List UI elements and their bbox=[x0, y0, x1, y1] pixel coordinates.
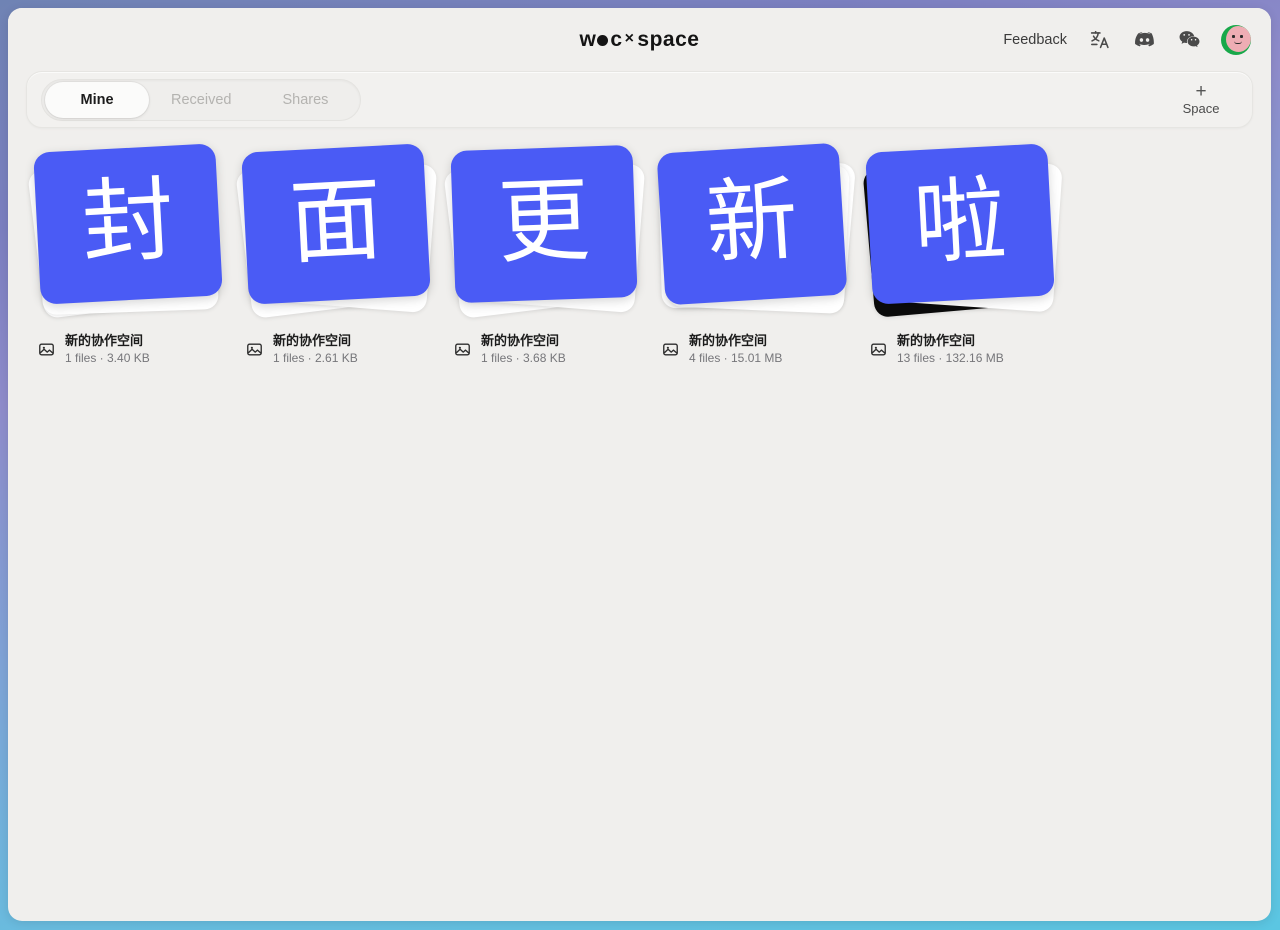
cover-glyph: 新 bbox=[702, 165, 802, 278]
add-space-label: Space bbox=[1182, 100, 1220, 116]
space-meta-text: 新的协作空间 1 files · 3.40 KB bbox=[65, 332, 150, 366]
space-subtitle: 4 files · 15.01 MB bbox=[689, 351, 783, 365]
app-window: w c × space Feedback Mine Received Share… bbox=[8, 8, 1271, 921]
logo-text-c: c bbox=[610, 27, 623, 51]
space-meta: 新的协作空间 13 files · 132.16 MB bbox=[858, 332, 1066, 366]
space-card[interactable]: 面 新的协作空间 1 files · 2.61 KB bbox=[234, 142, 442, 366]
space-subtitle: 1 files · 2.61 KB bbox=[273, 351, 358, 365]
space-meta: 新的协作空间 1 files · 3.40 KB bbox=[26, 332, 234, 366]
plus-icon: + bbox=[1195, 80, 1207, 102]
workspace-toolbar: Mine Received Shares + Space bbox=[26, 71, 1253, 128]
image-icon bbox=[454, 341, 471, 358]
image-icon bbox=[870, 341, 887, 358]
logo-text-space: space bbox=[637, 27, 700, 51]
avatar[interactable] bbox=[1221, 24, 1251, 55]
card-stack: 面 bbox=[234, 142, 442, 328]
cover-glyph: 啦 bbox=[911, 165, 1009, 278]
space-meta-text: 新的协作空间 1 files · 2.61 KB bbox=[273, 332, 358, 366]
space-meta-text: 新的协作空间 13 files · 132.16 MB bbox=[897, 332, 1004, 366]
space-meta-text: 新的协作空间 4 files · 15.01 MB bbox=[689, 332, 782, 366]
space-title: 新的协作空间 bbox=[273, 333, 352, 348]
space-title: 新的协作空间 bbox=[481, 333, 560, 348]
add-space-button[interactable]: + Space bbox=[1162, 75, 1240, 124]
image-icon bbox=[38, 341, 55, 358]
space-meta: 新的协作空间 1 files · 3.68 KB bbox=[442, 332, 650, 366]
space-subtitle: 1 files · 3.40 KB bbox=[65, 351, 150, 365]
avatar-eye-right bbox=[1240, 34, 1243, 38]
space-cover: 更 bbox=[450, 144, 638, 304]
top-header-bar: w c × space Feedback bbox=[8, 8, 1271, 71]
space-cover: 啦 bbox=[865, 143, 1055, 305]
app-logo[interactable]: w c × space bbox=[580, 28, 700, 52]
space-meta-text: 新的协作空间 1 files · 3.68 KB bbox=[481, 332, 566, 366]
tab-group: Mine Received Shares bbox=[41, 78, 362, 121]
card-stack: 封 bbox=[26, 142, 234, 328]
space-meta: 新的协作空间 4 files · 15.01 MB bbox=[650, 332, 858, 366]
avatar-face bbox=[1226, 25, 1251, 52]
space-title: 新的协作空间 bbox=[897, 333, 976, 348]
logo-dot-icon bbox=[597, 35, 609, 46]
avatar-mouth bbox=[1234, 41, 1242, 44]
space-subtitle: 13 files · 132.16 MB bbox=[897, 351, 1004, 365]
cover-glyph: 面 bbox=[287, 165, 385, 278]
feedback-button[interactable]: Feedback bbox=[1003, 32, 1067, 48]
space-title: 新的协作空间 bbox=[65, 333, 144, 348]
translate-icon[interactable] bbox=[1086, 27, 1112, 53]
avatar-eye-left bbox=[1232, 34, 1235, 38]
image-icon bbox=[662, 341, 679, 358]
card-stack: 啦 bbox=[858, 142, 1066, 328]
space-grid: 封 新的协作空间 1 files · 3.40 KB 面 新的协作空间 1 fi… bbox=[26, 142, 1253, 366]
space-meta: 新的协作空间 1 files · 2.61 KB bbox=[234, 332, 442, 366]
tab-shares[interactable]: Shares bbox=[253, 82, 357, 118]
tab-received[interactable]: Received bbox=[149, 82, 253, 118]
space-card[interactable]: 新 新的协作空间 4 files · 15.01 MB bbox=[650, 142, 858, 366]
card-stack: 新 bbox=[650, 142, 858, 328]
space-card[interactable]: 更 新的协作空间 1 files · 3.68 KB bbox=[442, 142, 650, 366]
logo-text-w: w bbox=[579, 27, 597, 51]
card-stack: 更 bbox=[442, 142, 650, 328]
cover-glyph: 更 bbox=[496, 166, 592, 277]
header-actions: Feedback bbox=[1003, 8, 1251, 71]
space-cover: 面 bbox=[241, 143, 431, 305]
main-content: 封 新的协作空间 1 files · 3.40 KB 面 新的协作空间 1 fi… bbox=[8, 128, 1271, 366]
space-card[interactable]: 封 新的协作空间 1 files · 3.40 KB bbox=[26, 142, 234, 366]
space-subtitle: 1 files · 3.68 KB bbox=[481, 351, 566, 365]
discord-icon[interactable] bbox=[1131, 27, 1157, 53]
cover-glyph: 封 bbox=[79, 165, 177, 278]
space-cover: 封 bbox=[33, 143, 223, 305]
image-icon bbox=[246, 341, 263, 358]
tab-mine[interactable]: Mine bbox=[45, 81, 149, 118]
wechat-icon[interactable] bbox=[1176, 27, 1202, 53]
logo-times-icon: × bbox=[624, 29, 635, 47]
space-cover: 新 bbox=[656, 142, 848, 306]
space-card[interactable]: 啦 新的协作空间 13 files · 132.16 MB bbox=[858, 142, 1066, 366]
app-window-frame: w c × space Feedback Mine Received Share… bbox=[0, 0, 1280, 930]
space-title: 新的协作空间 bbox=[689, 333, 768, 348]
